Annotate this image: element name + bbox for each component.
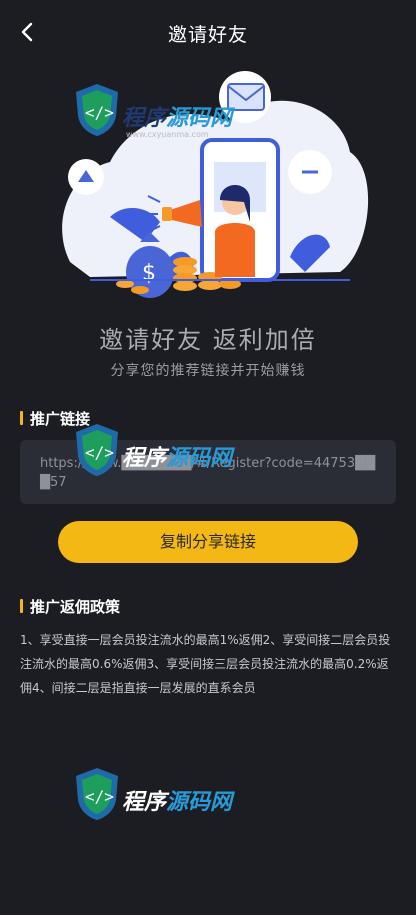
svg-text:</>: </> (85, 787, 114, 806)
hero-headline: 邀请好友 返利加倍 (99, 326, 317, 354)
svg-text:$: $ (142, 261, 156, 286)
hero-subline: 分享您的推荐链接并开始赚钱 (110, 363, 306, 379)
copy-link-button[interactable]: 复制分享链接 (58, 521, 358, 563)
watermark-brand: 程序源码网 (122, 446, 233, 471)
header: 邀请好友 (0, 0, 416, 64)
page-title: 邀请好友 (167, 24, 248, 46)
watermark-shield-icon: </> (76, 84, 118, 136)
watermark-brand: 程序源码网 (122, 106, 233, 131)
watermark-brand: 程序源码网 (122, 790, 233, 815)
svg-text:</>: </> (85, 103, 114, 122)
policy-section-title: 推广返佣政策 (20, 596, 120, 617)
watermark-shield-icon: </> (76, 768, 118, 820)
policy-text: 1、享受直接一层会员投注流水的最高1%返佣2、享受间接二层会员投注流水的最高0.… (20, 633, 391, 695)
watermark-shield-icon: </> (76, 424, 118, 476)
svg-text:</>: </> (85, 443, 114, 462)
watermark-url: www.cxyuanma.com (126, 130, 209, 139)
